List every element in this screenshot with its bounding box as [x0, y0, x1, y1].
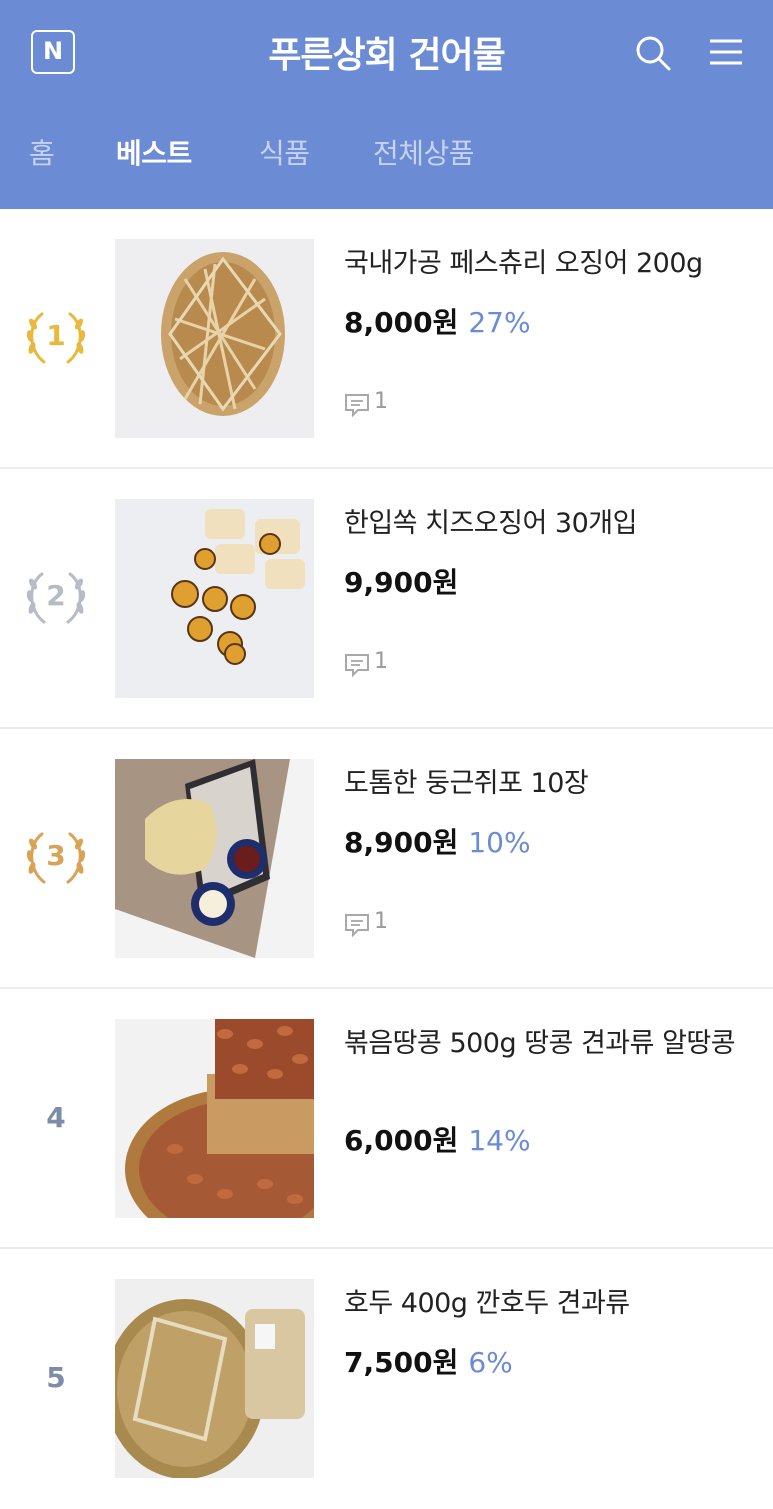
product-image[interactable]	[115, 759, 314, 958]
product-name[interactable]: 국내가공 페스츄리 오징어 200g	[344, 245, 744, 282]
tab-food[interactable]: 식품	[259, 132, 310, 172]
store-header: N 푸른상회 건어물 홈 베스트 식품 전체상품	[0, 0, 773, 209]
product-image[interactable]	[115, 499, 314, 698]
product-item[interactable]: 1 국내가공 페스츄리 오징어 200g 8,000원 27% 1	[0, 209, 773, 469]
review-count-number: 1	[374, 909, 388, 934]
rank-number: 1	[46, 319, 66, 352]
product-price: 8,900원	[344, 826, 459, 859]
rank-number: 3	[46, 839, 66, 872]
product-name[interactable]: 한입쏙 치즈오징어 30개입	[344, 505, 744, 542]
product-name[interactable]: 도톰한 둥근쥐포 10장	[344, 765, 744, 802]
product-item[interactable]: 2 한입쏙 치즈오징어 30개입 9,900원 1	[0, 469, 773, 729]
rank-number: 5	[46, 1361, 66, 1394]
comment-icon	[345, 914, 369, 938]
comment-icon	[345, 394, 369, 418]
product-price: 6,000원	[344, 1124, 459, 1157]
price-row: 6,000원 14%	[344, 1119, 531, 1159]
discount-rate: 6%	[468, 1346, 513, 1379]
review-count-number: 1	[374, 649, 388, 674]
review-count-number: 1	[374, 389, 388, 414]
price-row: 7,500원 6%	[344, 1341, 513, 1381]
discount-rate: 14%	[468, 1124, 531, 1157]
product-price: 8,000원	[344, 306, 459, 339]
product-item[interactable]: 4 볶음땅콩 500g 땅콩 견과류 알땅콩 6,000원 14%	[0, 989, 773, 1249]
product-image[interactable]	[115, 1019, 314, 1218]
rank-number: 2	[46, 579, 66, 612]
tab-best[interactable]: 베스트	[116, 132, 192, 172]
discount-rate: 10%	[468, 826, 531, 859]
product-image[interactable]	[115, 239, 314, 438]
discount-rate: 27%	[468, 306, 531, 339]
product-price: 9,900원	[344, 566, 459, 599]
search-icon[interactable]	[634, 34, 672, 72]
hamburger-menu-icon[interactable]	[708, 36, 744, 68]
tab-all-products[interactable]: 전체상품	[373, 132, 475, 172]
product-item[interactable]: 3 도톰한 둥근쥐포 10장 8,900원 10% 1	[0, 729, 773, 989]
price-row: 9,900원	[344, 561, 458, 601]
rank-number: 4	[46, 1101, 66, 1134]
comment-icon	[345, 654, 369, 678]
product-item[interactable]: 5 호두 400g 깐호두 견과류 7,500원 6%	[0, 1249, 773, 1509]
product-image[interactable]	[115, 1279, 314, 1478]
category-tabs: 홈 베스트 식품 전체상품	[0, 132, 773, 182]
product-name[interactable]: 볶음땅콩 500g 땅콩 견과류 알땅콩	[344, 1025, 744, 1062]
tab-home[interactable]: 홈	[29, 132, 55, 172]
price-row: 8,000원 27%	[344, 301, 531, 341]
price-row: 8,900원 10%	[344, 821, 531, 861]
product-name[interactable]: 호두 400g 깐호두 견과류	[344, 1285, 744, 1322]
product-price: 7,500원	[344, 1346, 459, 1379]
